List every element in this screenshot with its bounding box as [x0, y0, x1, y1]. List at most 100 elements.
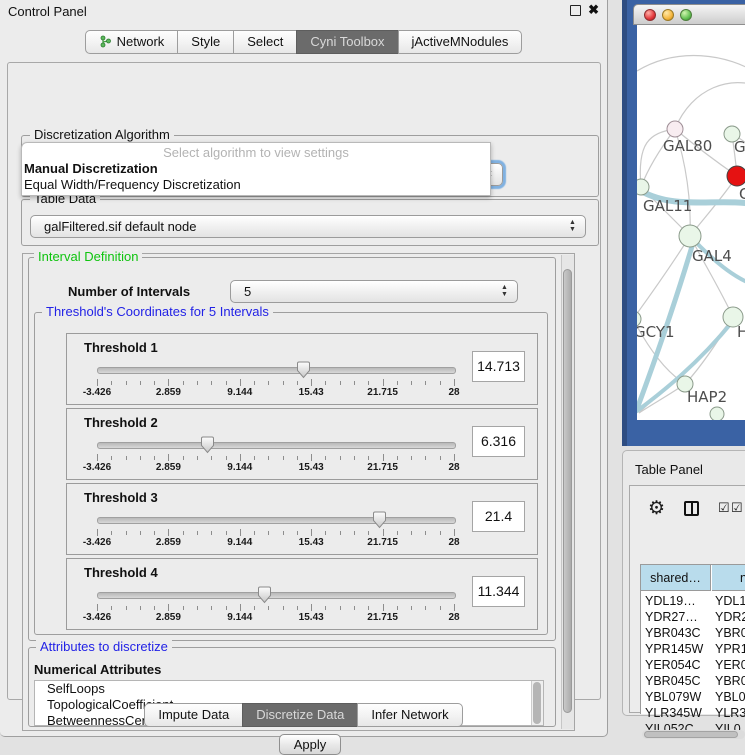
table-data-combobox[interactable]: galFiltered.sif default node ▲▼	[30, 215, 586, 238]
tab-network[interactable]: Network	[85, 30, 179, 54]
tab-select[interactable]: Select	[233, 30, 297, 54]
tab-impute-data[interactable]: Impute Data	[144, 703, 243, 727]
network-frame-titlebar[interactable]	[633, 4, 745, 25]
tick-mark	[354, 531, 355, 535]
network-node-gal4[interactable]	[679, 225, 701, 247]
tick-mark	[425, 381, 426, 385]
slider-thumb[interactable]	[257, 586, 272, 604]
slider-thumb[interactable]	[296, 361, 311, 379]
tick-label: 2.859	[156, 537, 181, 548]
close-icon[interactable]	[644, 9, 656, 21]
table-row[interactable]: YPR145WYPR1	[641, 641, 745, 657]
tick-mark	[340, 456, 341, 460]
control-panel-titlebar[interactable]: Control Panel ✖	[0, 0, 607, 22]
tick-mark	[197, 531, 198, 535]
tick-mark	[325, 531, 326, 535]
threshold-value-field[interactable]: 6.316	[472, 426, 525, 457]
table-row[interactable]: YLR345WYLR3	[641, 705, 745, 721]
tab-style[interactable]: Style	[177, 30, 234, 54]
tick-mark	[97, 454, 98, 461]
checkbox-icon[interactable]: ☑	[731, 500, 743, 516]
thresholds-group-label: Threshold's Coordinates for 5 Intervals	[42, 305, 273, 319]
threshold-label: Threshold 1	[84, 340, 158, 355]
num-intervals-value: 5	[244, 284, 251, 299]
tab-cyni-toolbox[interactable]: Cyni Toolbox	[296, 30, 398, 54]
table-toolbar: ⚙ ☑ ☑	[638, 494, 745, 530]
column-layout-icon[interactable]	[684, 501, 699, 516]
checkbox-icon[interactable]: ☑	[718, 500, 730, 516]
float-window-icon[interactable]	[570, 5, 581, 16]
combo-arrows-icon: ▲▼	[568, 219, 577, 233]
tick-mark	[397, 606, 398, 610]
tab-discretize-data[interactable]: Discretize Data	[242, 703, 358, 727]
cell-shared-name: YBR043C	[645, 625, 701, 641]
tick-label: 28	[448, 387, 459, 398]
tab-infer-network[interactable]: Infer Network	[357, 703, 462, 727]
tick-mark	[297, 606, 298, 610]
tick-mark	[254, 531, 255, 535]
tab-label: Network	[117, 31, 165, 53]
cell-shared-name: YER054C	[645, 657, 701, 673]
slider-thumb[interactable]	[200, 436, 215, 454]
tab-jactivemnodules[interactable]: jActiveMNodules	[398, 30, 523, 54]
threshold-value-field[interactable]: 14.713	[472, 351, 525, 382]
network-node-gal80[interactable]	[667, 121, 683, 137]
tick-mark	[368, 531, 369, 535]
tick-mark	[454, 454, 455, 461]
table-row[interactable]: YBL079WYBL0	[641, 689, 745, 705]
vertical-scrollbar-thumb[interactable]	[563, 269, 572, 713]
network-canvas[interactable]: GAL80GCGAL11GAL4GCY1HHAP2	[637, 25, 745, 420]
slider-track[interactable]	[97, 517, 456, 524]
zoom-icon[interactable]	[680, 9, 692, 21]
tick-label: 9.144	[227, 387, 252, 398]
tick-mark	[297, 456, 298, 460]
network-graph: GAL80GCGAL11GAL4GCY1HHAP2	[637, 25, 745, 420]
tick-mark	[368, 606, 369, 610]
threshold-value-field[interactable]: 21.4	[472, 501, 525, 532]
vertical-scrollbar[interactable]	[561, 255, 574, 729]
close-icon[interactable]: ✖	[588, 2, 599, 18]
network-node-c[interactable]	[727, 166, 745, 186]
horizontal-scrollbar[interactable]	[642, 730, 745, 739]
table-row[interactable]: YBR043CYBR0	[641, 625, 745, 641]
table-row[interactable]: YDR27…YDR2	[641, 609, 745, 625]
tick-label: 28	[448, 612, 459, 623]
dropdown-item-2[interactable]: Equal Width/Frequency Discretization	[24, 177, 241, 192]
horizontal-scrollbar-thumb[interactable]	[644, 731, 738, 738]
table-panel-title: Table Panel	[635, 462, 703, 477]
tick-mark	[240, 454, 241, 461]
attribute-list-item[interactable]: SelfLoops	[35, 681, 543, 697]
slider-track[interactable]	[97, 367, 456, 374]
node-attribute-table[interactable]: shared… n YDL19…YDL1YDR27…YDR2YBR043CYBR…	[640, 564, 745, 714]
num-intervals-combobox[interactable]: 5 ▲▼	[230, 280, 518, 303]
slider-track[interactable]	[97, 442, 456, 449]
minimize-icon[interactable]	[662, 9, 674, 21]
tick-mark	[454, 379, 455, 386]
tick-label: 2.859	[156, 612, 181, 623]
cyni-toolbox-panel: Discretization Algorithm ▲▼ Select algor…	[7, 62, 601, 700]
threshold-value-field[interactable]: 11.344	[472, 576, 525, 607]
table-row[interactable]: YBR045CYBR0	[641, 673, 745, 689]
node-label: G	[734, 138, 745, 156]
table-header-name[interactable]: n	[712, 565, 745, 591]
dropdown-item-1[interactable]: Manual Discretization	[24, 161, 158, 176]
tick-mark	[211, 381, 212, 385]
gear-icon[interactable]: ⚙	[648, 497, 665, 520]
table-row[interactable]: YDL19…YDL1	[641, 593, 745, 609]
table-header-shared-name[interactable]: shared…	[641, 565, 711, 591]
tick-mark	[126, 531, 127, 535]
tick-mark	[440, 381, 441, 385]
slider-track[interactable]	[97, 592, 456, 599]
slider-thumb[interactable]	[372, 511, 387, 529]
cell-name: YBL0	[715, 689, 745, 705]
network-node-gal11[interactable]	[637, 179, 649, 195]
table-row[interactable]: YER054CYER0	[641, 657, 745, 673]
table-data-selected-value: galFiltered.sif default node	[44, 219, 196, 234]
tick-mark	[240, 379, 241, 386]
tick-mark	[283, 456, 284, 460]
network-node[interactable]	[710, 407, 724, 420]
tick-mark	[97, 379, 98, 386]
tick-mark	[425, 606, 426, 610]
threshold-panel-2: Threshold 2-3.4262.8599.14415.4321.71528…	[66, 408, 538, 480]
tick-mark	[411, 381, 412, 385]
